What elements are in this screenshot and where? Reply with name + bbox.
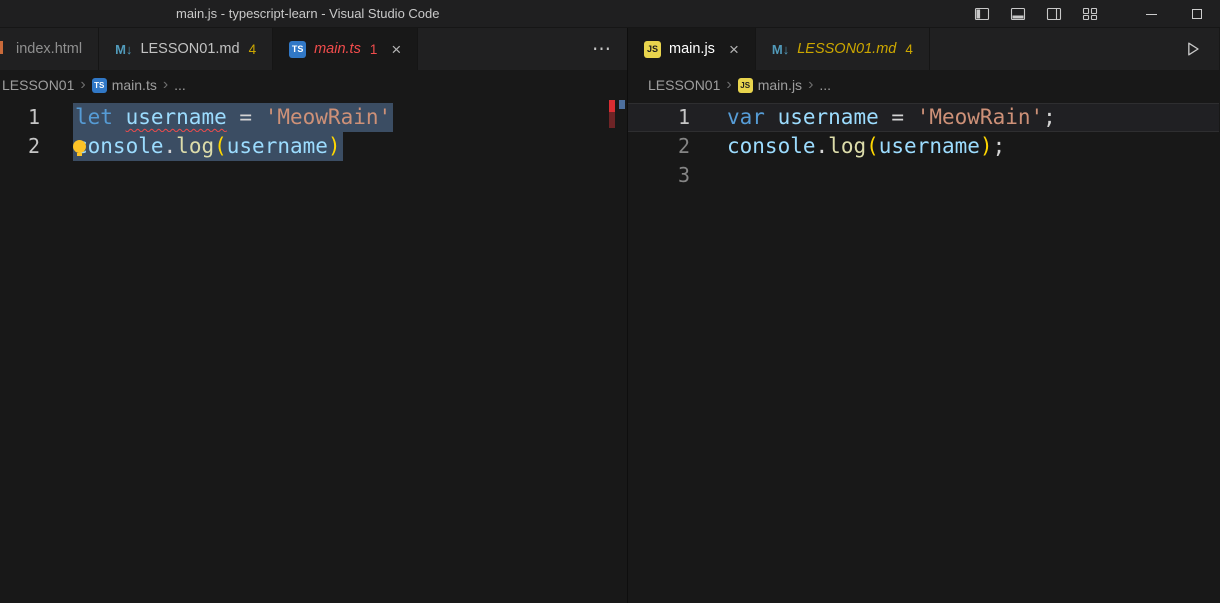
customize-layout-icon[interactable]	[1076, 0, 1104, 28]
error-marker	[609, 100, 615, 112]
breadcrumb-text: ...	[174, 77, 186, 93]
breadcrumb-text: main.js	[758, 77, 802, 93]
clipped-tab-indicator	[0, 41, 3, 54]
play-icon	[1183, 39, 1203, 59]
vscode-window: main.js - typescript-learn - Visual Stud…	[0, 0, 1220, 603]
code-text: console.log(username);	[725, 132, 1007, 161]
tab-label: LESSON01.md	[140, 41, 239, 57]
tab-main-ts[interactable]: TS main.ts 1 ×	[273, 28, 418, 70]
tab-label: main.ts	[314, 41, 361, 57]
titlebar-controls	[968, 0, 1220, 28]
tab-lesson01-md[interactable]: M↓ LESSON01.md 4	[756, 28, 930, 70]
line-number[interactable]: 1	[628, 103, 694, 132]
problems-badge: 1	[370, 42, 378, 57]
tab-main-js[interactable]: JS main.js ×	[628, 28, 756, 70]
code-editor-left[interactable]: 1 let username = 'MeowRain' 2 console.log(u…	[0, 100, 627, 603]
minimize-icon	[1146, 14, 1157, 15]
tab-bar-right: JS main.js × M↓ LESSON01.md 4	[628, 28, 1219, 70]
markdown-file-icon: M↓	[115, 41, 132, 58]
window-title: main.js - typescript-learn - Visual Stud…	[176, 0, 440, 28]
code-text: console.log(username)	[73, 132, 343, 161]
selection-marker	[619, 100, 625, 109]
tab-label: index.html	[16, 41, 82, 57]
chevron-right-icon: ›	[808, 76, 813, 94]
code-text: let username = 'MeowRain'	[73, 103, 393, 132]
minimize-button[interactable]	[1128, 0, 1174, 28]
tab-lesson01-md[interactable]: M↓ LESSON01.md 4	[99, 28, 273, 70]
lightbulb-icon[interactable]	[73, 140, 86, 153]
toggle-secondary-sidebar-icon[interactable]	[1040, 0, 1068, 28]
breadcrumb-text: main.ts	[112, 77, 157, 93]
error-marker-dim	[609, 112, 615, 128]
chevron-right-icon: ›	[726, 76, 731, 94]
tab-label: LESSON01.md	[797, 41, 896, 57]
overview-ruler	[605, 100, 627, 140]
tab-index-html[interactable]: index.html	[0, 28, 99, 70]
javascript-file-icon: JS	[738, 78, 753, 93]
breadcrumb-item[interactable]: JS main.js	[738, 77, 802, 93]
toggle-panel-icon[interactable]	[1004, 0, 1032, 28]
breadcrumb-item[interactable]: TS main.ts	[92, 77, 157, 93]
breadcrumb-item[interactable]: ...	[819, 77, 831, 93]
code-lines: 1 var username = 'MeowRain'; 2 console.log(…	[628, 100, 1219, 190]
problems-badge: 4	[905, 42, 913, 57]
typescript-file-icon: TS	[289, 41, 306, 58]
markdown-file-icon: M↓	[772, 41, 789, 58]
tab-bar-left: index.html M↓ LESSON01.md 4 TS main.ts 1 × ⋯	[0, 28, 627, 70]
line-number[interactable]: 2	[628, 132, 694, 161]
tab-actions	[1183, 28, 1203, 70]
code-line-2[interactable]: 2 console.log(username)	[0, 132, 627, 161]
breadcrumb-item[interactable]: ...	[174, 77, 186, 93]
tab-label: main.js	[669, 41, 715, 57]
close-tab-icon[interactable]: ×	[391, 41, 401, 58]
tabs-list: index.html M↓ LESSON01.md 4 TS main.ts 1 ×	[0, 28, 418, 70]
chevron-right-icon: ›	[80, 76, 85, 94]
code-lines: 1 let username = 'MeowRain' 2 console.log(u…	[0, 100, 627, 161]
breadcrumb-text: LESSON01	[648, 77, 720, 93]
tab-actions: ⋯	[592, 28, 611, 70]
editor-group-left: index.html M↓ LESSON01.md 4 TS main.ts 1 × ⋯ LE…	[0, 28, 628, 603]
close-tab-icon[interactable]: ×	[729, 41, 739, 58]
problems-badge: 4	[249, 42, 257, 57]
code-line-1[interactable]: 1 let username = 'MeowRain'	[0, 103, 627, 132]
toggle-primary-sidebar-icon[interactable]	[968, 0, 996, 28]
layout-controls	[968, 0, 1104, 28]
run-file-button[interactable]	[1183, 39, 1203, 59]
editor-group-right: JS main.js × M↓ LESSON01.md 4 LESSON01 › JS main…	[628, 28, 1219, 603]
code-text: var username = 'MeowRain';	[725, 103, 1058, 132]
javascript-file-icon: JS	[644, 41, 661, 58]
breadcrumb-text: ...	[819, 77, 831, 93]
title-bar: main.js - typescript-learn - Visual Stud…	[0, 0, 1220, 28]
breadcrumb-item[interactable]: LESSON01	[2, 77, 74, 93]
breadcrumb-right: LESSON01 › JS main.js ›...	[628, 70, 1219, 100]
tabs-list: JS main.js × M↓ LESSON01.md 4	[628, 28, 930, 70]
more-actions-button[interactable]: ⋯	[592, 40, 611, 59]
breadcrumb-text: LESSON01	[2, 77, 74, 93]
line-number[interactable]: 1	[0, 103, 44, 132]
chevron-right-icon: ›	[163, 76, 168, 94]
code-line-1[interactable]: 1 var username = 'MeowRain';	[628, 103, 1219, 132]
breadcrumb-left: LESSON01 › TS main.ts ›...	[0, 70, 627, 100]
maximize-icon	[1192, 9, 1202, 19]
line-number[interactable]: 2	[0, 132, 44, 161]
maximize-button[interactable]	[1174, 0, 1220, 28]
code-line-2[interactable]: 2 console.log(username);	[628, 132, 1219, 161]
typescript-file-icon: TS	[92, 78, 107, 93]
code-text	[725, 161, 729, 190]
breadcrumb-item[interactable]: LESSON01	[648, 77, 720, 93]
editor-area: index.html M↓ LESSON01.md 4 TS main.ts 1 × ⋯ LE…	[0, 28, 1220, 603]
line-number[interactable]: 3	[628, 161, 694, 190]
code-editor-right[interactable]: 1 var username = 'MeowRain'; 2 console.log(…	[628, 100, 1219, 603]
code-line-3[interactable]: 3	[628, 161, 1219, 190]
